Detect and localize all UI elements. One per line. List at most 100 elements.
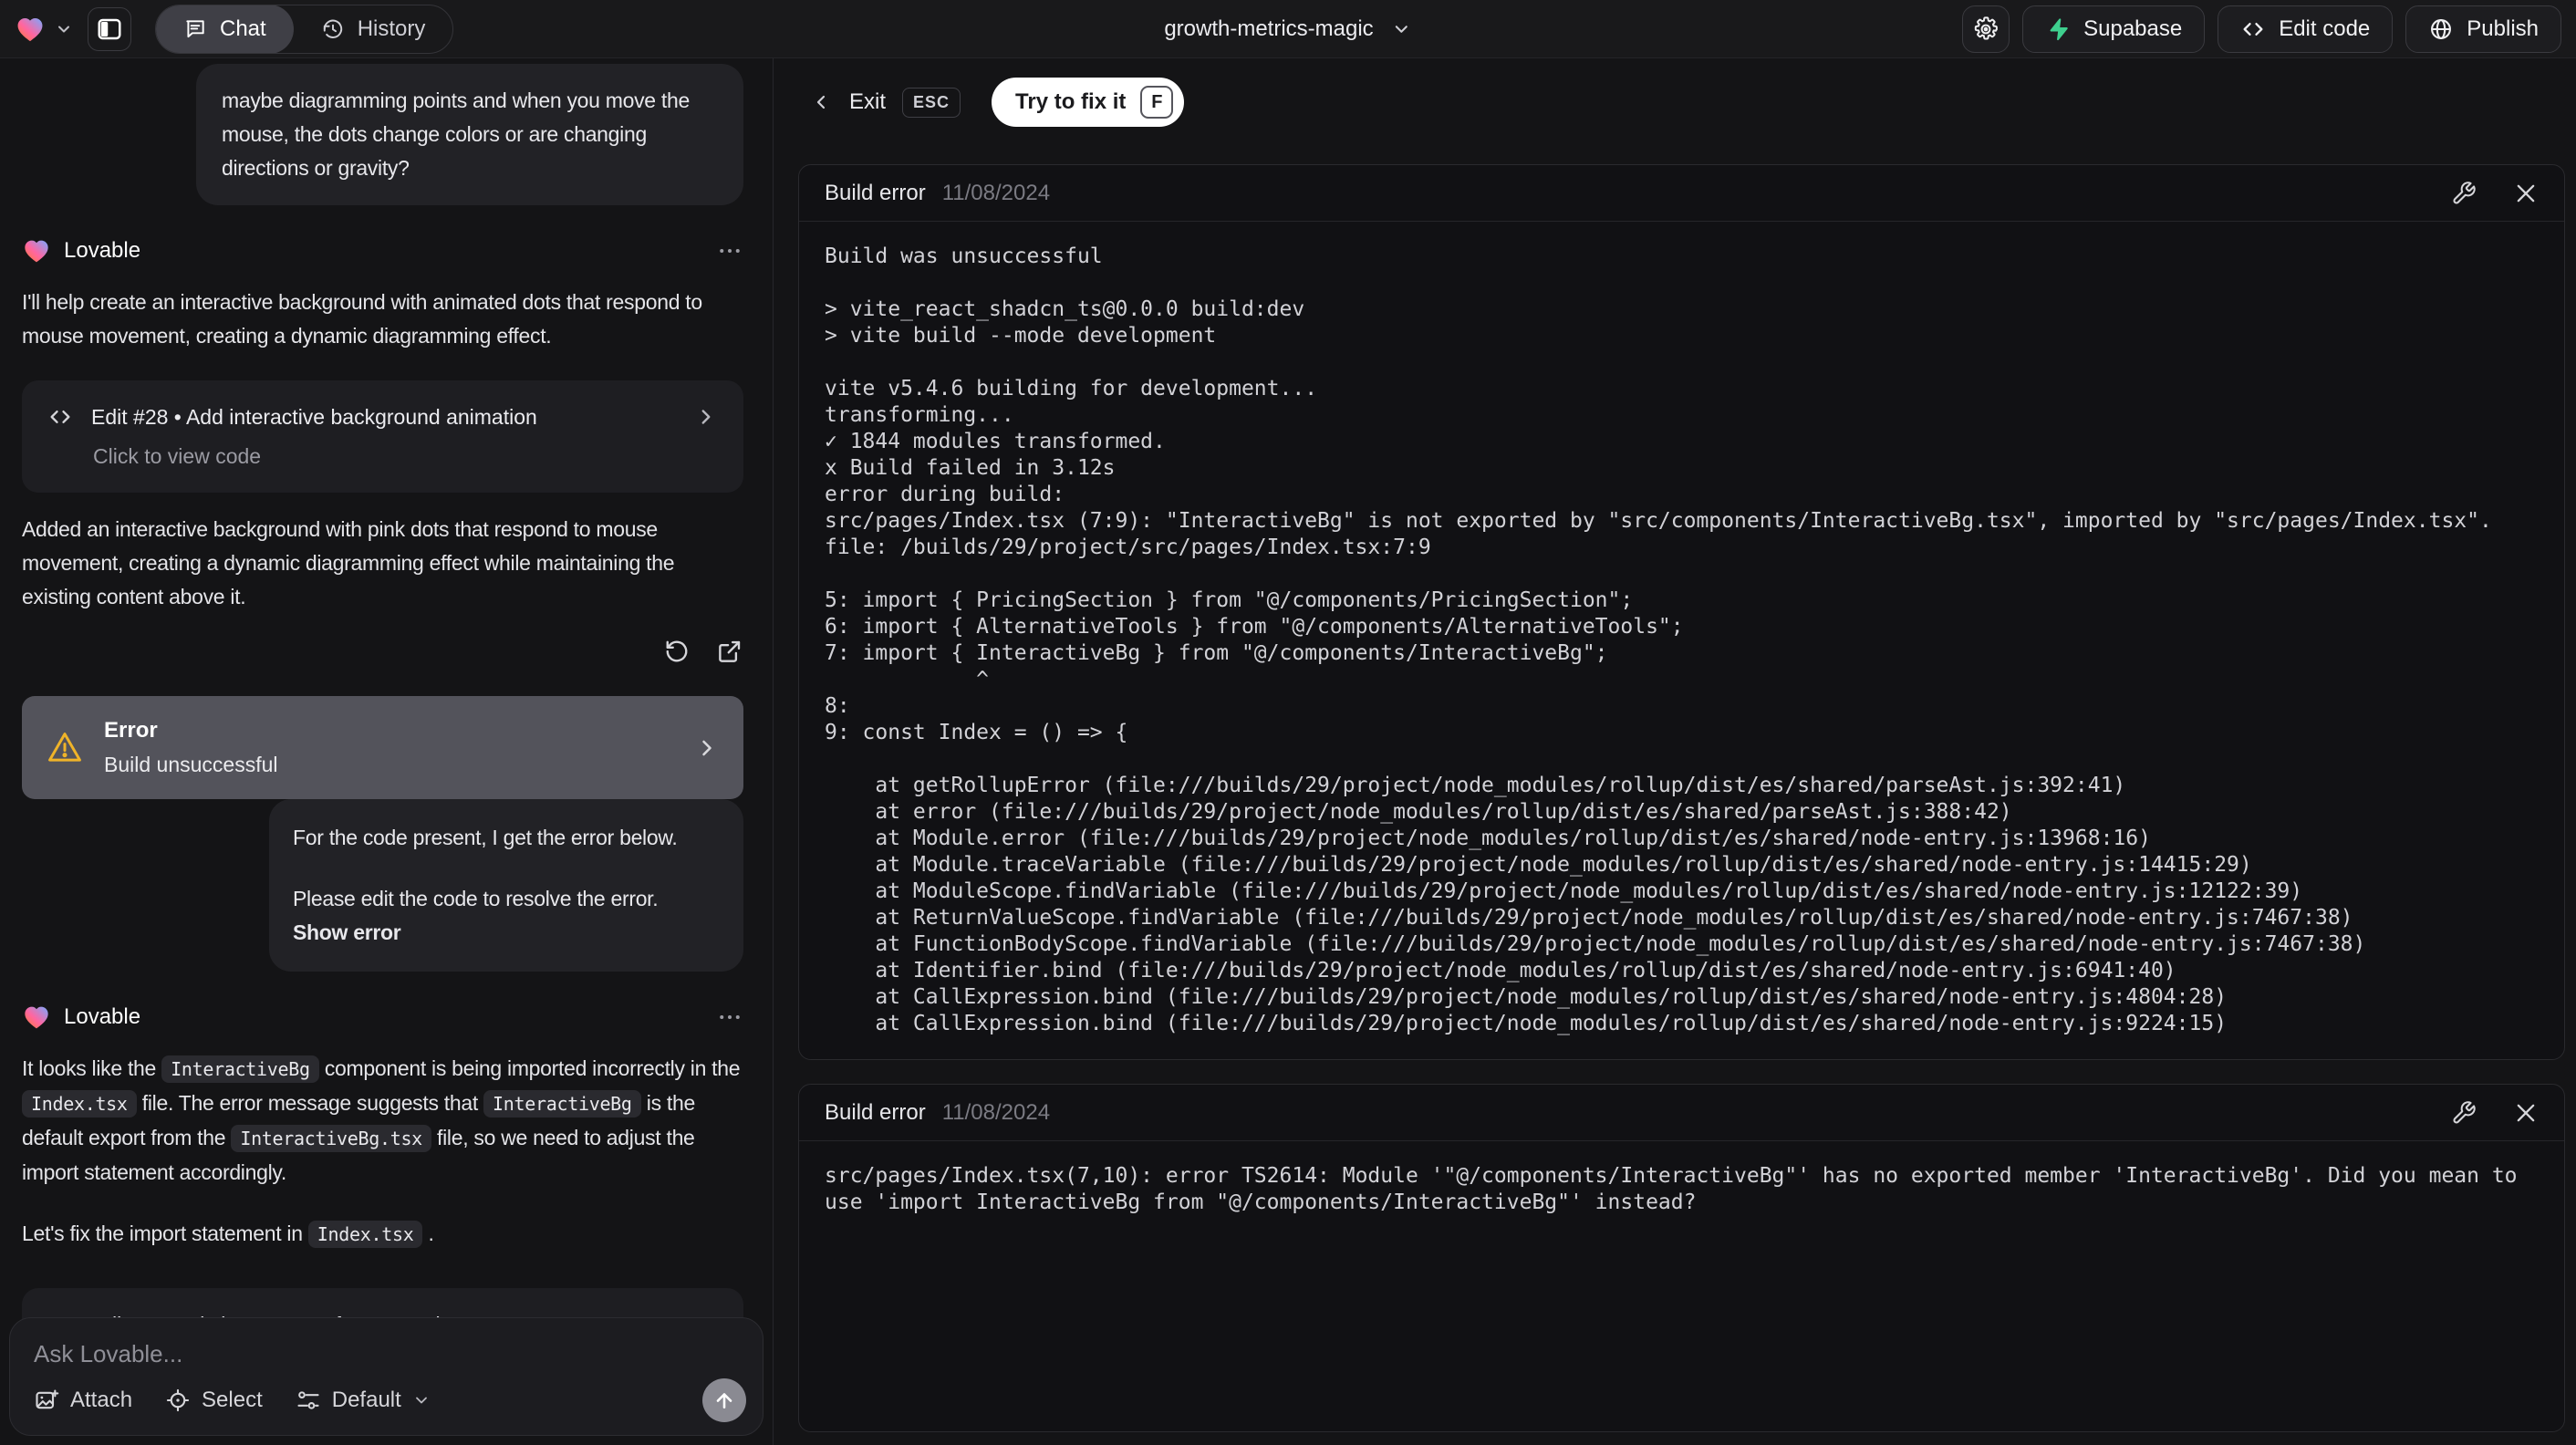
build-error-actions (2451, 181, 2539, 206)
open-preview-icon[interactable] (716, 638, 743, 665)
chat-bubble-icon (183, 17, 207, 41)
supabase-label: Supabase (2083, 16, 2183, 41)
preview-header: Exit ESC Try to fix it F (774, 77, 2576, 128)
assistant-text: Added an interactive background with pin… (22, 517, 675, 608)
assistant-text: I'll help create an interactive backgrou… (22, 290, 702, 348)
assistant-message-header: Lovable (22, 236, 743, 265)
retry-icon[interactable] (663, 638, 691, 665)
mode-label: Default (331, 1388, 401, 1412)
message-actions (22, 638, 743, 665)
lovable-heart-icon (22, 1003, 51, 1032)
image-plus-icon (34, 1388, 59, 1413)
top-bar: Chat History growth-metrics-magic Supaba… (0, 0, 2576, 58)
fix-wrench-icon[interactable] (2451, 1100, 2477, 1126)
edit-card-title: Edit #28 • Add interactive background an… (91, 404, 537, 429)
gear-icon (1973, 16, 1999, 42)
more-options-icon[interactable] (716, 237, 743, 265)
project-selector[interactable]: growth-metrics-magic (1164, 16, 1411, 42)
lovable-heart-icon (15, 14, 46, 45)
build-error-title: Build error (825, 180, 926, 205)
supabase-bolt-icon (2045, 16, 2071, 42)
assistant-message-header: Lovable (22, 1003, 743, 1032)
edit-card-28[interactable]: Edit #28 • Add interactive background an… (22, 380, 743, 493)
chevron-down-icon (1392, 19, 1412, 39)
exit-label: Exit (849, 89, 887, 114)
build-error-date: 11/08/2024 (941, 1099, 1051, 1125)
error-card-texts: Error Build unsuccessful (104, 718, 278, 777)
exit-button[interactable]: Exit ESC (811, 87, 961, 118)
globe-icon (2428, 16, 2454, 42)
mode-dropdown[interactable]: Default (296, 1388, 431, 1413)
select-label: Select (202, 1388, 263, 1412)
supabase-button[interactable]: Supabase (2022, 5, 2206, 53)
lovable-app-window: Chat History growth-metrics-magic Supaba… (0, 0, 2576, 1445)
esc-kbd-badge: ESC (902, 87, 961, 118)
user-message: maybe diagramming points and when you mo… (196, 64, 743, 205)
settings-button[interactable] (1962, 5, 2010, 53)
build-error-title: Build error (825, 1099, 926, 1125)
code-brackets-icon (47, 404, 73, 430)
composer: Ask Lovable... Attach Select Default (9, 1317, 763, 1436)
close-icon[interactable] (2513, 181, 2539, 206)
build-error-card-2: Build error 11/08/2024 src/pages/Index.t… (798, 1084, 2565, 1432)
inline-code: Index.tsx (22, 1090, 137, 1118)
chat-scroll-area[interactable]: maybe diagramming points and when you mo… (0, 58, 773, 1400)
edit-code-label: Edit code (2279, 16, 2371, 41)
inline-code: InteractiveBg (161, 1055, 319, 1083)
tab-history[interactable]: History (294, 5, 453, 53)
build-error-date: 11/08/2024 (941, 180, 1051, 205)
fix-wrench-icon[interactable] (2451, 181, 2477, 206)
tab-chat[interactable]: Chat (156, 5, 294, 53)
build-error-actions (2451, 1100, 2539, 1126)
chevron-down-icon (412, 1391, 431, 1409)
assistant-text: Let's fix the import statement in Index.… (22, 1217, 743, 1252)
top-bar-left: Chat History (0, 4, 454, 54)
sidebar-toggle-button[interactable] (88, 6, 131, 51)
preview-panel: Exit ESC Try to fix it F Build error 11/… (774, 58, 2576, 1445)
close-icon[interactable] (2513, 1100, 2539, 1126)
chevron-down-icon (55, 20, 73, 38)
chat-input[interactable]: Ask Lovable... (34, 1340, 739, 1368)
build-log: Build was unsuccessful > vite_react_shad… (825, 244, 2492, 1035)
build-error-header: Build error 11/08/2024 (799, 165, 2564, 222)
tab-chat-label: Chat (220, 16, 266, 41)
f-kbd-badge: F (1140, 86, 1174, 119)
error-card[interactable]: Error Build unsuccessful (22, 696, 743, 799)
inline-code: Index.tsx (307, 1221, 423, 1248)
show-error-label: Show error (293, 920, 401, 944)
send-button[interactable] (702, 1378, 746, 1422)
history-icon (321, 17, 345, 41)
fix-label: Try to fix it (1015, 89, 1127, 114)
edit-card-head: Edit #28 • Add interactive background an… (47, 404, 718, 430)
publish-button[interactable]: Publish (2405, 5, 2561, 53)
select-button[interactable]: Select (165, 1388, 263, 1413)
composer-toolbar: Attach Select Default (34, 1378, 746, 1422)
user-message: For the code present, I get the error be… (269, 799, 743, 972)
code-brackets-icon (2240, 16, 2266, 42)
sliders-icon (296, 1388, 321, 1413)
assistant-name: Lovable (64, 1004, 141, 1029)
lovable-logo-menu[interactable] (15, 14, 73, 45)
publish-label: Publish (2467, 16, 2539, 41)
build-error-card-1: Build error 11/08/2024 Build was unsucce… (798, 164, 2565, 1060)
panel-left-icon (96, 16, 123, 43)
edit-card-subtitle: Click to view code (93, 444, 262, 468)
edit-code-button[interactable]: Edit code (2218, 5, 2394, 53)
project-name: growth-metrics-magic (1164, 16, 1374, 41)
error-cards-column: Build error 11/08/2024 Build was unsucce… (798, 164, 2565, 1432)
chevron-right-icon (694, 405, 718, 429)
user-message-line: Please edit the code to resolve the erro… (293, 887, 659, 910)
more-options-icon[interactable] (716, 1003, 743, 1031)
try-to-fix-button[interactable]: Try to fix it F (992, 78, 1185, 127)
chat-panel: maybe diagramming points and when you mo… (0, 58, 774, 1445)
crosshair-icon (165, 1388, 191, 1413)
attach-label: Attach (70, 1388, 133, 1412)
error-card-title: Error (104, 718, 158, 743)
attach-button[interactable]: Attach (34, 1388, 132, 1413)
lovable-heart-icon (22, 236, 51, 265)
top-bar-right: Supabase Edit code Publish (1962, 5, 2576, 53)
chevron-right-icon (694, 735, 720, 761)
tab-history-label: History (357, 16, 426, 41)
inline-code: InteractiveBg (483, 1090, 641, 1118)
